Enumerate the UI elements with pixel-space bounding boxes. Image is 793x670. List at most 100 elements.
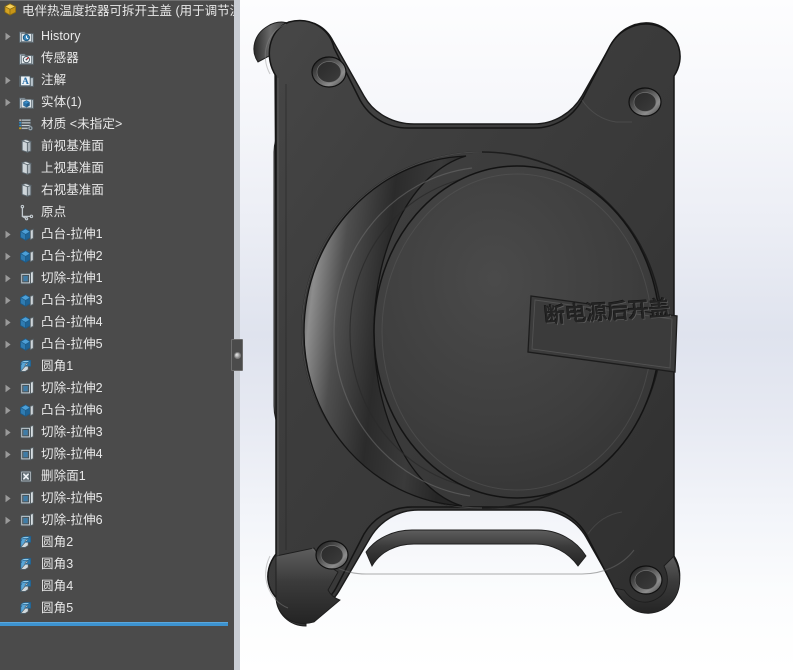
expand-arrow-icon[interactable] [0, 421, 15, 443]
boss-extrude-icon [15, 223, 37, 245]
cut-extrude-icon [15, 267, 37, 289]
plane-icon [15, 135, 37, 157]
tree-item-27[interactable]: 圆角5 [0, 597, 234, 619]
expand-arrow-placeholder [0, 179, 15, 201]
tree-item-label: 右视基准面 [41, 183, 105, 197]
tree-item-label: 凸台-拉伸5 [41, 337, 103, 351]
fillet-icon [15, 575, 37, 597]
expand-arrow-icon[interactable] [0, 509, 15, 531]
tree-item-1[interactable]: History [0, 25, 234, 47]
expand-arrow-icon[interactable] [0, 25, 15, 47]
tree-item-24[interactable]: 圆角2 [0, 531, 234, 553]
expand-arrow-placeholder [0, 355, 15, 377]
tree-item-label: 凸台-拉伸3 [41, 293, 103, 307]
expand-arrow-icon[interactable] [0, 223, 15, 245]
tree-item-label: 凸台-拉伸4 [41, 315, 103, 329]
tree-item-14[interactable]: 凸台-拉伸4 [0, 311, 234, 333]
expand-arrow-icon[interactable] [0, 245, 15, 267]
tree-item-3[interactable]: A 注解 [0, 69, 234, 91]
tree-item-label: 材质 <未指定> [41, 117, 123, 131]
expand-arrow-placeholder [0, 157, 15, 179]
svg-text:A: A [21, 76, 28, 86]
tree-item-10[interactable]: 凸台-拉伸1 [0, 223, 234, 245]
document-title-row[interactable]: 电伴热温度控器可拆开主盖 (用于调节温 [0, 1, 234, 22]
expand-arrow-placeholder [0, 113, 15, 135]
origin-icon [15, 201, 37, 223]
expand-arrow-icon[interactable] [0, 377, 15, 399]
cut-extrude-icon [15, 487, 37, 509]
fillet-icon [15, 553, 37, 575]
expand-arrow-icon[interactable] [0, 487, 15, 509]
tree-item-13[interactable]: 凸台-拉伸3 [0, 289, 234, 311]
panel-splitter[interactable] [234, 0, 240, 670]
graphics-area[interactable]: 断电源后开盖 [234, 0, 793, 670]
tree-item-label: 圆角3 [41, 557, 74, 571]
part-document-icon [2, 1, 19, 22]
tree-item-9[interactable]: 原点 [0, 201, 234, 223]
tree-item-21[interactable]: 删除面1 [0, 465, 234, 487]
tree-item-label: 前视基准面 [41, 139, 105, 153]
tree-item-15[interactable]: 凸台-拉伸5 [0, 333, 234, 355]
expand-arrow-placeholder [0, 553, 15, 575]
expand-arrow-icon[interactable] [0, 69, 15, 91]
expand-arrow-icon[interactable] [0, 399, 15, 421]
tree-item-5[interactable]: 材质 <未指定> [0, 113, 234, 135]
tree-item-7[interactable]: 上视基准面 [0, 157, 234, 179]
splitter-grip-dot [233, 351, 241, 359]
tree-item-label: 传感器 [41, 51, 79, 65]
tree-item-18[interactable]: 凸台-拉伸6 [0, 399, 234, 421]
tree-item-label: 切除-拉伸3 [41, 425, 103, 439]
plane-icon [15, 179, 37, 201]
tree-item-12[interactable]: 切除-拉伸1 [0, 267, 234, 289]
splitter-grip-icon[interactable] [231, 339, 243, 371]
sensors-folder-icon [15, 47, 37, 69]
tree-item-label: 原点 [41, 205, 67, 219]
tree-item-23[interactable]: 切除-拉伸6 [0, 509, 234, 531]
tree-item-26[interactable]: 圆角4 [0, 575, 234, 597]
tree-item-label: 切除-拉伸2 [41, 381, 103, 395]
expand-arrow-placeholder [0, 597, 15, 619]
document-title-text: 电伴热温度控器可拆开主盖 (用于调节温 [22, 4, 234, 18]
cut-extrude-icon [15, 509, 37, 531]
boss-extrude-icon [15, 245, 37, 267]
expand-arrow-icon[interactable] [0, 267, 15, 289]
tree-item-6[interactable]: 前视基准面 [0, 135, 234, 157]
rollback-bar[interactable] [0, 622, 228, 626]
tree-item-8[interactable]: 右视基准面 [0, 179, 234, 201]
tree-item-11[interactable]: 凸台-拉伸2 [0, 245, 234, 267]
tree-item-25[interactable]: 圆角3 [0, 553, 234, 575]
annotations-icon: A [15, 69, 37, 91]
solid-bodies-icon [15, 91, 37, 113]
delete-face-icon [15, 465, 37, 487]
solidworks-window: 电伴热温度控器可拆开主盖 (用于调节温 History 传感器 A 注解 实体(1) 材质… [0, 0, 793, 670]
tree-item-22[interactable]: 切除-拉伸5 [0, 487, 234, 509]
tree-item-16[interactable]: 圆角1 [0, 355, 234, 377]
tree-item-20[interactable]: 切除-拉伸4 [0, 443, 234, 465]
boss-extrude-icon [15, 399, 37, 421]
tree-item-label: 圆角1 [41, 359, 74, 373]
expand-arrow-icon[interactable] [0, 91, 15, 113]
tree-item-19[interactable]: 切除-拉伸3 [0, 421, 234, 443]
tree-item-label: 凸台-拉伸1 [41, 227, 103, 241]
tree-item-label: 上视基准面 [41, 161, 105, 175]
expand-arrow-icon[interactable] [0, 443, 15, 465]
expand-arrow-icon[interactable] [0, 333, 15, 355]
tree-item-2[interactable]: 传感器 [0, 47, 234, 69]
expand-arrow-placeholder [0, 575, 15, 597]
expand-arrow-icon[interactable] [0, 311, 15, 333]
feature-manager-panel[interactable]: 电伴热温度控器可拆开主盖 (用于调节温 History 传感器 A 注解 实体(1) 材质… [0, 0, 234, 670]
tree-item-4[interactable]: 实体(1) [0, 91, 234, 113]
boss-extrude-icon [15, 333, 37, 355]
fillet-icon [15, 597, 37, 619]
plane-icon [15, 157, 37, 179]
material-icon [15, 113, 37, 135]
fillet-icon [15, 531, 37, 553]
expand-arrow-icon[interactable] [0, 289, 15, 311]
boss-extrude-icon [15, 289, 37, 311]
expand-arrow-placeholder [0, 135, 15, 157]
tree-item-label: 圆角5 [41, 601, 74, 615]
tree-item-label: 圆角2 [41, 535, 74, 549]
tree-item-17[interactable]: 切除-拉伸2 [0, 377, 234, 399]
expand-arrow-placeholder [0, 201, 15, 223]
tree-item-label: 删除面1 [41, 469, 86, 483]
